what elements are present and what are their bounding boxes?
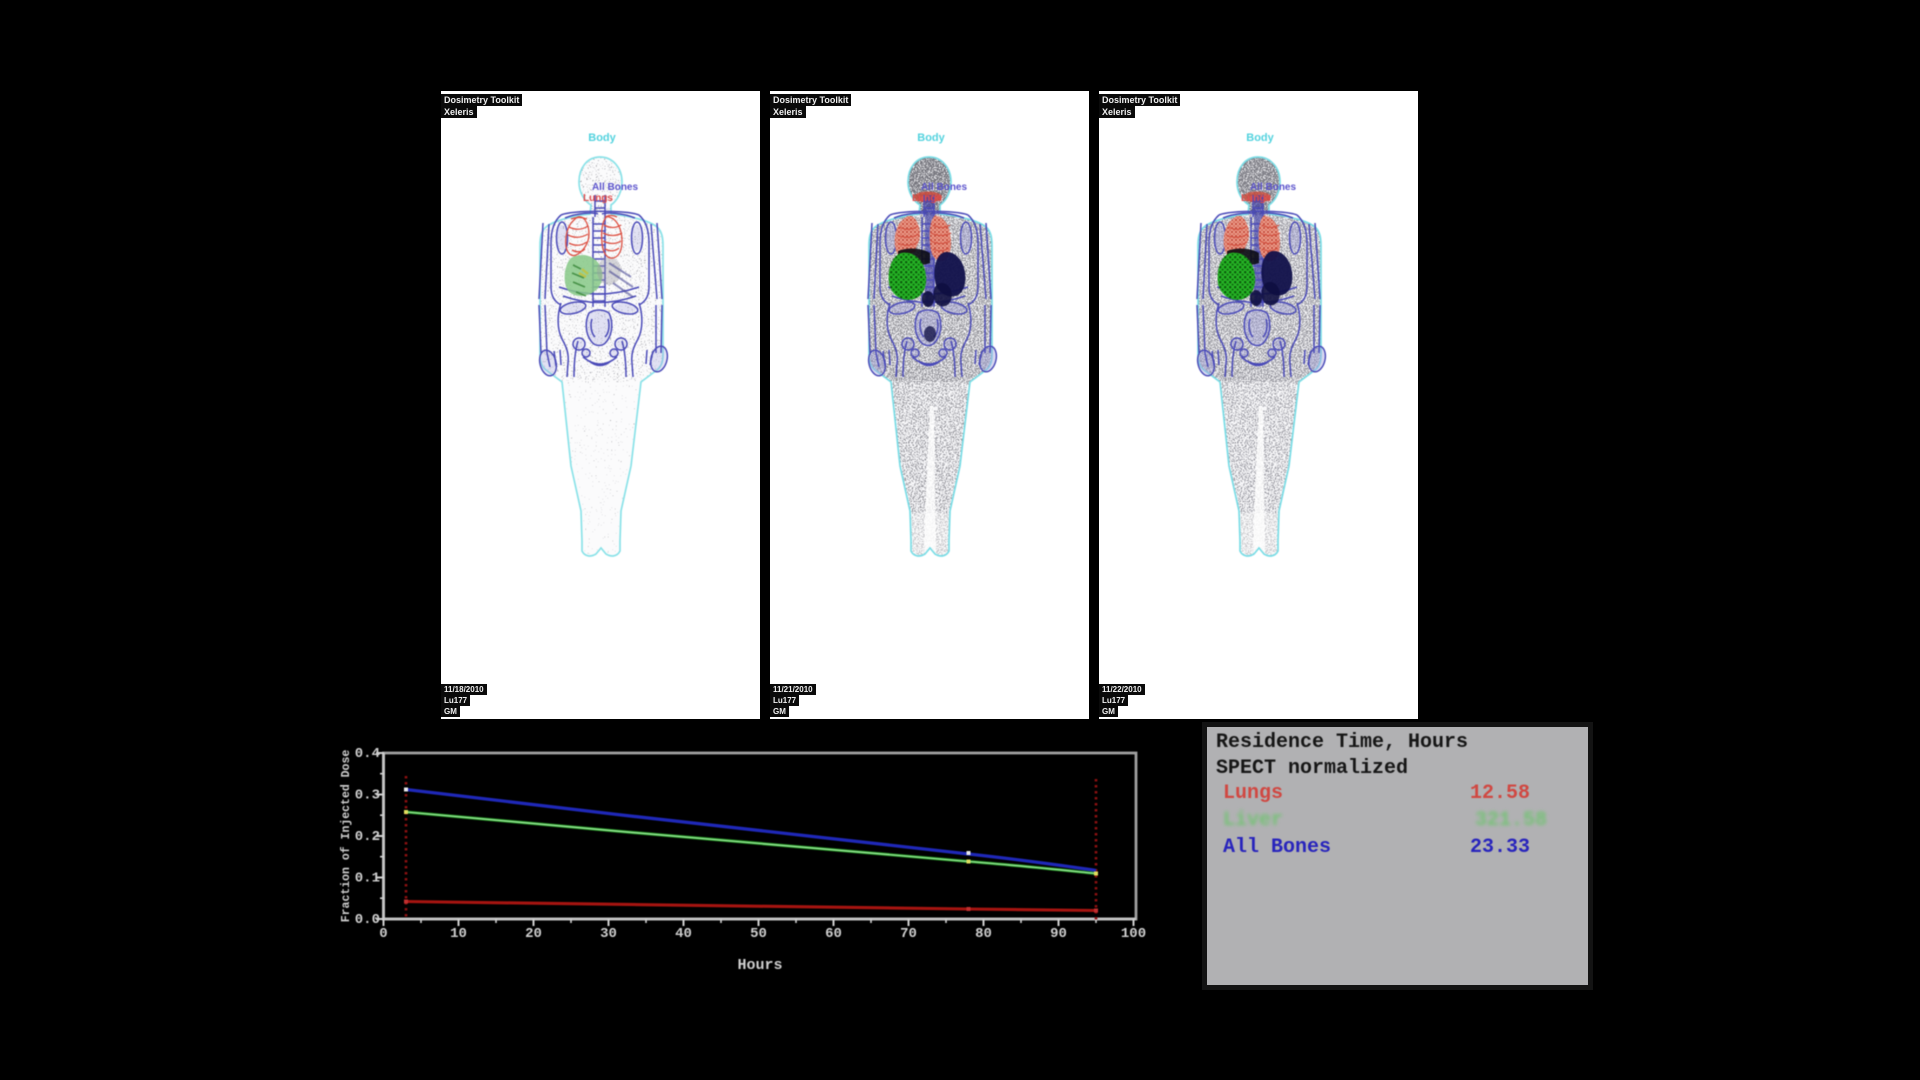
svg-text:0: 0 xyxy=(379,926,387,942)
svg-text:100: 100 xyxy=(1121,926,1146,942)
svg-text:Body: Body xyxy=(588,132,616,144)
svg-text:Lungs: Lungs xyxy=(912,193,942,204)
svg-text:30: 30 xyxy=(600,926,617,942)
svg-text:All Bones: All Bones xyxy=(921,182,968,193)
svg-text:0.0: 0.0 xyxy=(355,912,380,928)
svg-text:50: 50 xyxy=(750,926,767,942)
svg-text:0.4: 0.4 xyxy=(355,746,380,762)
svg-text:All Bones: All Bones xyxy=(1250,182,1297,193)
svg-text:Fraction of Injected Dose: Fraction of Injected Dose xyxy=(340,750,353,923)
svg-text:0.3: 0.3 xyxy=(355,788,380,804)
svg-text:0.1: 0.1 xyxy=(355,871,380,887)
svg-text:70: 70 xyxy=(900,926,917,942)
svg-text:Lungs: Lungs xyxy=(583,193,613,204)
svg-text:Body: Body xyxy=(917,132,945,144)
svg-text:Lungs: Lungs xyxy=(1241,193,1271,204)
svg-text:40: 40 xyxy=(675,926,692,942)
svg-text:10: 10 xyxy=(450,926,467,942)
svg-text:0.2: 0.2 xyxy=(355,829,380,845)
svg-text:All Bones: All Bones xyxy=(592,182,639,193)
svg-text:Body: Body xyxy=(1246,132,1274,144)
svg-text:90: 90 xyxy=(1050,926,1067,942)
svg-text:Hours: Hours xyxy=(737,957,782,974)
svg-text:80: 80 xyxy=(975,926,992,942)
svg-text:60: 60 xyxy=(825,926,842,942)
svg-text:20: 20 xyxy=(525,926,542,942)
